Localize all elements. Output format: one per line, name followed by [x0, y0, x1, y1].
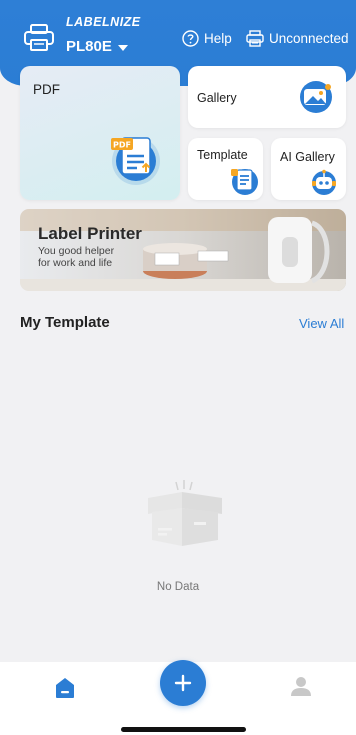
gallery-card[interactable]: Gallery: [188, 66, 346, 128]
pdf-card[interactable]: PDF PDF: [20, 66, 180, 200]
home-indicator: [121, 727, 246, 732]
label-printer-banner[interactable]: Label Printer You good helper for work a…: [20, 209, 346, 291]
brand-logo: LABELNIZE: [66, 15, 141, 29]
pdf-document-icon: PDF: [111, 137, 160, 185]
no-data-text: No Data: [156, 581, 200, 593]
help-label: Help: [204, 31, 232, 46]
banner-title: Label Printer: [38, 224, 142, 243]
robot-icon: [312, 169, 336, 195]
pdf-card-label: PDF: [33, 82, 60, 97]
template-card-label: Template: [197, 148, 248, 162]
connection-status-label: Unconnected: [269, 31, 349, 46]
banner-subtitle-line1: You good helper: [38, 245, 115, 257]
help-circle-icon: [182, 30, 199, 47]
my-template-title: My Template: [20, 314, 110, 331]
printer-icon[interactable]: [24, 24, 54, 52]
template-card[interactable]: Template: [188, 138, 263, 200]
printer-model-label: PL80E: [66, 38, 112, 55]
home-icon[interactable]: [53, 676, 77, 700]
gallery-card-label: Gallery: [197, 91, 237, 105]
chevron-down-icon: [117, 44, 128, 51]
empty-box-icon: [148, 480, 222, 546]
gallery-image-icon: [300, 81, 332, 113]
template-document-icon: [231, 169, 258, 195]
printer-connection-icon: [246, 30, 264, 47]
view-all-link[interactable]: View All: [299, 316, 344, 331]
ai-gallery-card-label: AI Gallery: [280, 150, 335, 164]
add-button[interactable]: [160, 660, 206, 706]
connection-status-button[interactable]: Unconnected: [246, 30, 349, 47]
plus-icon: [174, 674, 192, 692]
user-icon[interactable]: [289, 674, 313, 698]
printer-model-selector[interactable]: PL80E: [66, 38, 128, 55]
banner-subtitle-line2: for work and life: [38, 257, 113, 269]
ai-gallery-card[interactable]: AI Gallery: [271, 138, 346, 200]
svg-text:PDF: PDF: [113, 141, 131, 150]
help-button[interactable]: Help: [182, 30, 232, 47]
